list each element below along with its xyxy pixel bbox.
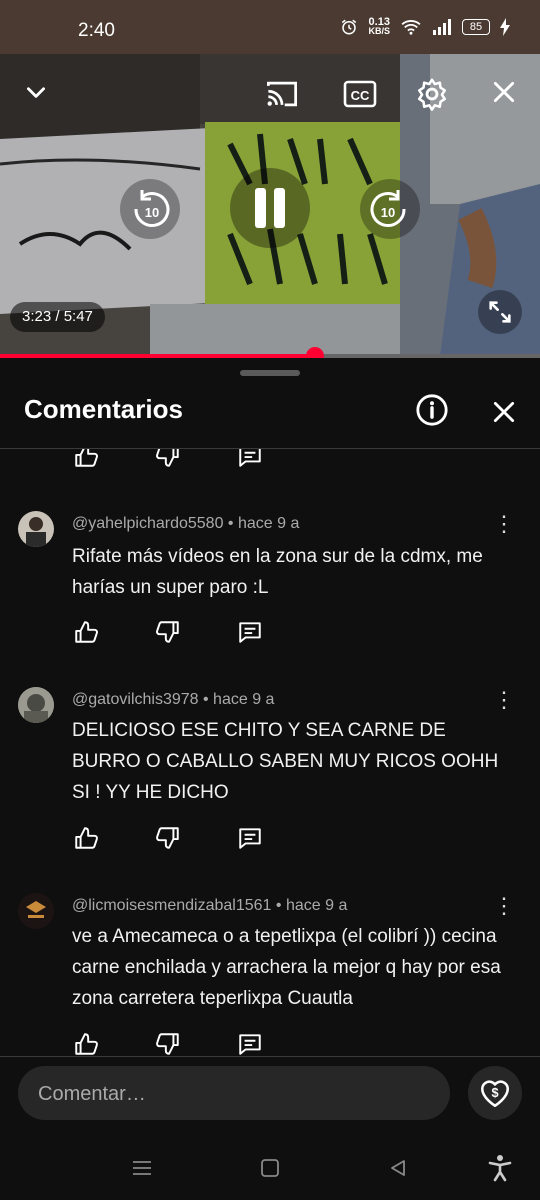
- signal-icon: [433, 19, 451, 35]
- comment-meta: @gatovilchis3978 • hace 9 a: [72, 691, 275, 708]
- home-button[interactable]: [254, 1152, 286, 1184]
- charging-icon: [500, 18, 510, 36]
- input-divider: [0, 1056, 540, 1057]
- reply-icon[interactable]: [236, 619, 264, 645]
- net-speed-unit: KB/S: [368, 26, 390, 36]
- settings-button[interactable]: [412, 74, 452, 114]
- like-icon[interactable]: [72, 619, 100, 645]
- avatar-photo: [26, 517, 46, 547]
- dislike-icon[interactable]: [154, 619, 182, 645]
- collapse-player-button[interactable]: [18, 74, 54, 110]
- dislike-icon[interactable]: [154, 449, 182, 469]
- back-icon: [391, 1160, 405, 1176]
- comment-age: hace 9 a: [213, 691, 275, 708]
- captions-button[interactable]: CC: [340, 74, 380, 114]
- forward-button[interactable]: 10: [360, 179, 420, 239]
- system-nav-bar: [0, 1136, 540, 1200]
- menu-icon: [133, 1161, 151, 1175]
- drag-handle[interactable]: [240, 370, 300, 376]
- time-display: 3:23 / 5:47: [10, 302, 105, 332]
- like-icon[interactable]: [72, 825, 100, 851]
- status-time: 2:40: [78, 20, 115, 41]
- comment-text: DELICIOSO ESE CHITO Y SEA CARNE DE BURRO…: [72, 720, 499, 803]
- avatar[interactable]: [18, 893, 54, 929]
- pause-icon: [255, 188, 285, 228]
- accessibility-icon: [488, 1155, 512, 1182]
- info-button[interactable]: [412, 390, 452, 430]
- like-icon[interactable]: [72, 449, 100, 469]
- comment-input-wrapper[interactable]: [18, 1066, 450, 1122]
- close-player-button[interactable]: [486, 74, 522, 110]
- reply-icon[interactable]: [236, 1031, 264, 1057]
- fullscreen-icon: [489, 301, 511, 323]
- comment-age: hace 9 a: [237, 515, 300, 532]
- comments-list[interactable]: @yahelpichardo5580 • hace 9 a ⋮ Rifate m…: [0, 449, 540, 1057]
- svg-text:10: 10: [381, 205, 395, 220]
- super-thanks-icon: $: [480, 1080, 510, 1108]
- comment-actions: [72, 825, 264, 851]
- more-options-button[interactable]: ⋮: [492, 893, 516, 919]
- sheet-title: Comentarios: [24, 394, 183, 424]
- comment-text: ve a Amecameca o a tepetlixpa (el colibr…: [72, 926, 501, 1009]
- dislike-icon[interactable]: [154, 1031, 182, 1057]
- comment-age: hace 9 a: [285, 897, 348, 914]
- net-speed: 0.13 KB/S: [368, 17, 390, 36]
- back-button[interactable]: [382, 1152, 414, 1184]
- more-options-button[interactable]: ⋮: [492, 687, 516, 713]
- cc-icon: CC: [343, 80, 377, 108]
- settings-icon: [417, 78, 447, 111]
- chevron-down-icon: [27, 87, 45, 98]
- avatar[interactable]: [18, 687, 54, 723]
- home-icon: [261, 1159, 279, 1177]
- more-options-button[interactable]: ⋮: [492, 511, 516, 537]
- info-icon: [416, 394, 448, 426]
- comment-actions: [72, 449, 264, 469]
- accessibility-button[interactable]: [484, 1150, 516, 1186]
- comment-meta: @licmoisesmendizabal1561 • hace 9 a: [72, 897, 348, 914]
- recent-apps-button[interactable]: [126, 1152, 158, 1184]
- rewind-icon: 10: [134, 190, 170, 227]
- super-thanks-button[interactable]: $: [468, 1066, 522, 1120]
- comment-meta: @yahelpichardo5580 • hace 9 a: [72, 515, 300, 532]
- comment-input[interactable]: [36, 1066, 430, 1122]
- comment-text: Rifate más vídeos en la zona sur de la c…: [72, 546, 483, 598]
- video-player[interactable]: CC 10 10 3:23 / 5:47: [0, 54, 540, 356]
- battery-indicator: 85: [462, 19, 490, 35]
- close-icon: [493, 401, 515, 423]
- like-icon[interactable]: [72, 1031, 100, 1057]
- rewind-button[interactable]: 10: [120, 179, 180, 239]
- comment-author[interactable]: @licmoisesmendizabal1561: [72, 897, 271, 914]
- dislike-icon[interactable]: [154, 825, 182, 851]
- svg-text:10: 10: [145, 205, 159, 220]
- comment-author[interactable]: @yahelpichardo5580: [72, 515, 223, 532]
- close-icon: [493, 81, 515, 103]
- cast-button[interactable]: [262, 74, 302, 114]
- avatar-photo: [18, 893, 54, 929]
- avatar[interactable]: [18, 511, 54, 547]
- reply-icon[interactable]: [236, 825, 264, 851]
- forward-icon: 10: [370, 190, 406, 227]
- comment-actions: [72, 619, 264, 645]
- comment-author[interactable]: @gatovilchis3978: [72, 691, 199, 708]
- comment-actions: [72, 1031, 264, 1057]
- cast-icon: [267, 81, 297, 107]
- close-comments-button[interactable]: [486, 394, 522, 430]
- wifi-icon: [401, 20, 421, 35]
- status-icons: 0.13 KB/S 85: [340, 17, 510, 36]
- avatar-photo: [18, 687, 54, 723]
- reply-icon[interactable]: [236, 449, 264, 469]
- svg-text:CC: CC: [351, 88, 370, 103]
- alarm-icon: [342, 19, 357, 35]
- play-pause-button[interactable]: [230, 168, 310, 248]
- svg-text:$: $: [491, 1085, 498, 1100]
- status-bar: 2:40 0.13 KB/S 85: [0, 0, 540, 54]
- fullscreen-button[interactable]: [478, 290, 522, 334]
